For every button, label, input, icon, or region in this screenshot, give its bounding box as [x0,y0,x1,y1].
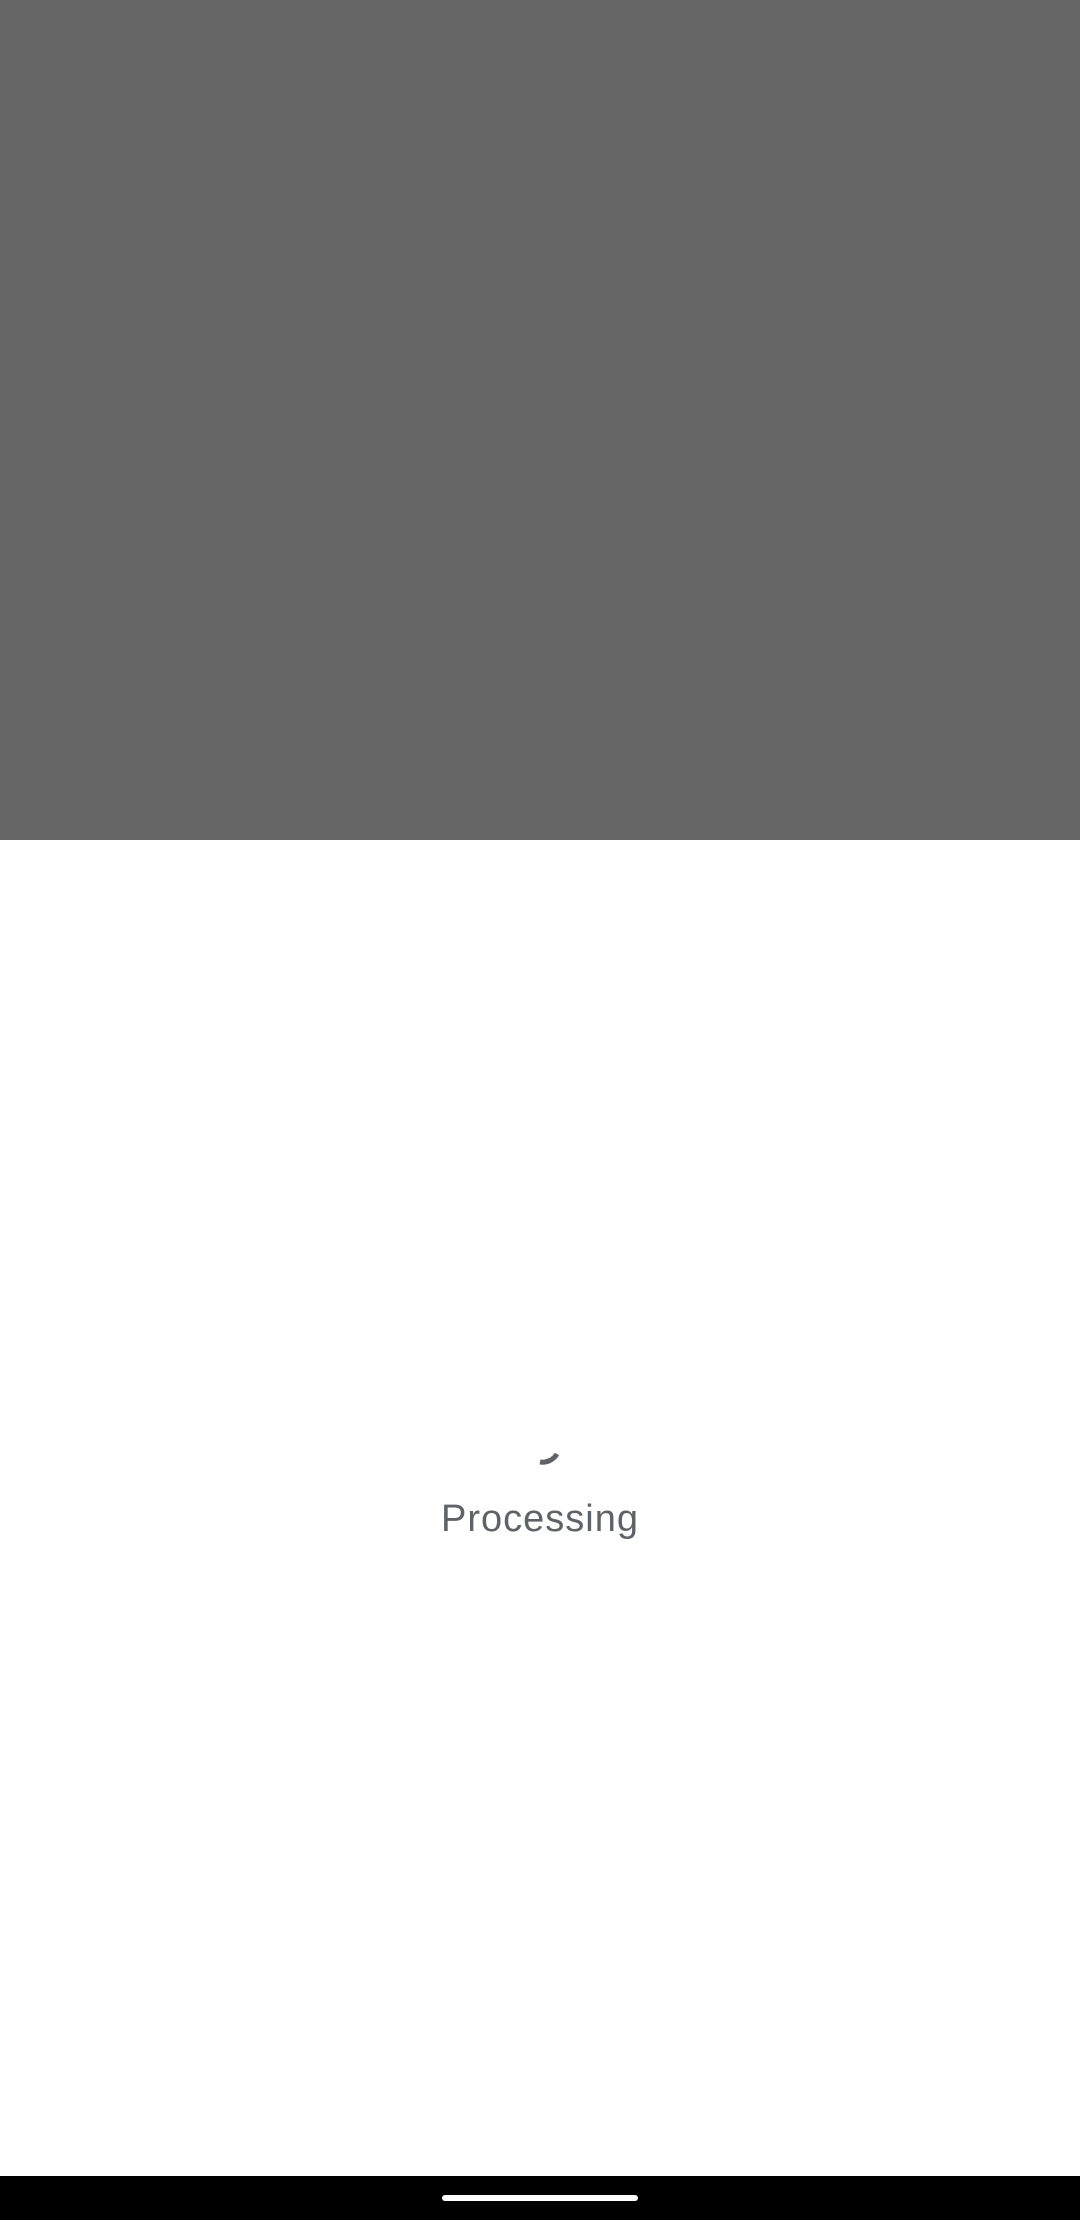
home-gesture-handle[interactable] [442,2195,638,2201]
dimmed-overlay[interactable] [0,0,1080,840]
processing-status-text: Processing [441,1498,639,1540]
system-navigation-bar [0,2176,1080,2220]
spinner-icon [539,1452,560,1465]
processing-screen: Processing [0,0,1080,2220]
